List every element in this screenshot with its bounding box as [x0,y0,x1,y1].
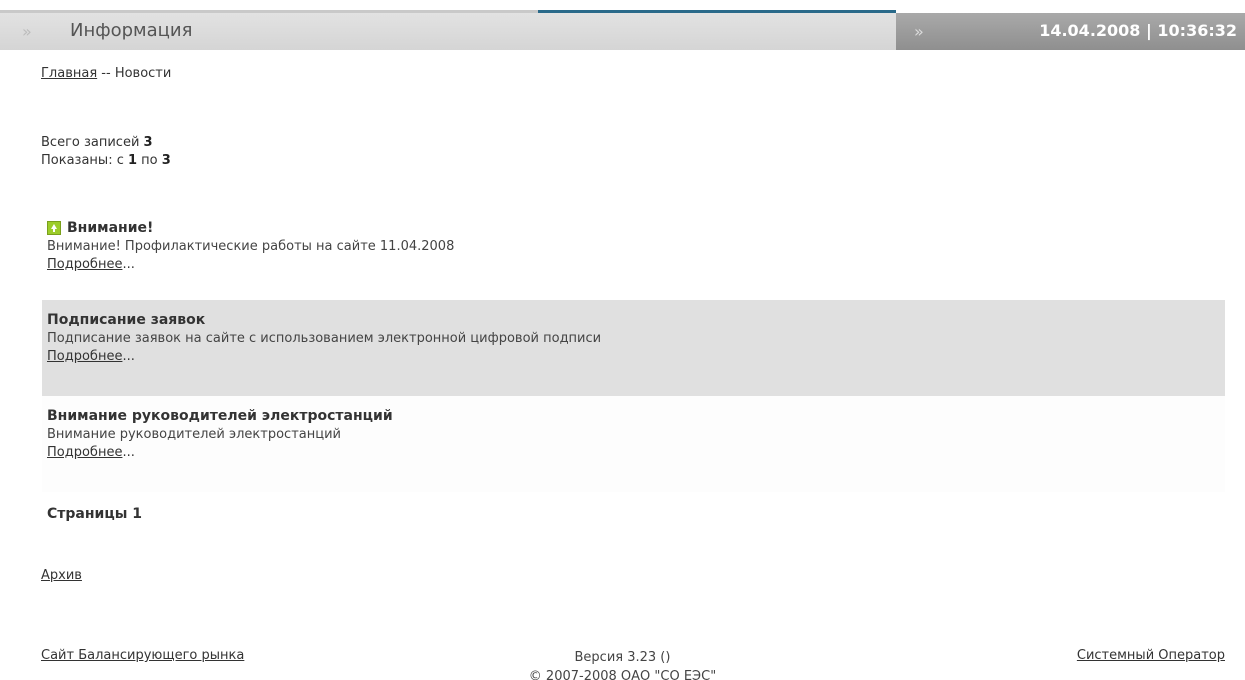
news-title: Подписание заявок [47,312,206,328]
page-title: Информация [70,20,193,41]
balancing-market-link[interactable]: Сайт Балансирующего рынка [41,648,244,663]
double-chevron-right-icon: » [22,22,32,41]
header-title-bar: » Информация [0,13,896,50]
date-time: 14.04.2008 | 10:36:32 [1039,21,1237,40]
news-text: Подписание заявок на сайте с использован… [47,331,602,346]
breadcrumb: Главная -- Новости [41,66,171,81]
system-operator-link[interactable]: Системный Оператор [1077,648,1225,663]
news-list: Внимание! Внимание! Профилактические раб… [42,210,1225,492]
news-more-link[interactable]: Подробнее [47,349,122,364]
total-count: 3 [143,135,153,150]
pinned-up-icon [47,221,61,235]
news-more-link[interactable]: Подробнее [47,445,122,460]
news-title: Внимание! [67,220,154,236]
news-item: Подписание заявок Подписание заявок на с… [42,300,1225,396]
shown-records: Показаны: с 1 по 3 [41,153,171,168]
breadcrumb-home-link[interactable]: Главная [41,66,97,81]
double-chevron-right-icon: » [914,22,924,41]
pagination: Страницы 1 [47,506,142,522]
records-summary: Всего записей 3 Показаны: с 1 по 3 [41,134,171,170]
total-records: Всего записей 3 [41,135,153,150]
header-datetime-bar: » 14.04.2008 | 10:36:32 [896,13,1245,50]
news-title: Внимание руководителей электростанций [47,408,393,424]
news-text: Внимание руководителей электростанций [47,427,341,442]
breadcrumb-separator: -- [97,66,115,81]
shown-to: 3 [161,153,171,168]
page-header: » Информация » 14.04.2008 | 10:36:32 [0,10,1245,50]
shown-from: 1 [127,153,138,168]
news-item: Внимание руководителей электростанций Вн… [42,396,1225,492]
archive-link[interactable]: Архив [41,568,82,583]
breadcrumb-current: Новости [114,66,172,81]
news-text: Внимание! Профилактические работы на сай… [47,239,455,254]
news-item: Внимание! Внимание! Профилактические раб… [42,210,1225,300]
news-more-link[interactable]: Подробнее [47,257,122,272]
copyright-text: © 2007-2008 ОАО "СО ЕЭС" [528,669,717,680]
